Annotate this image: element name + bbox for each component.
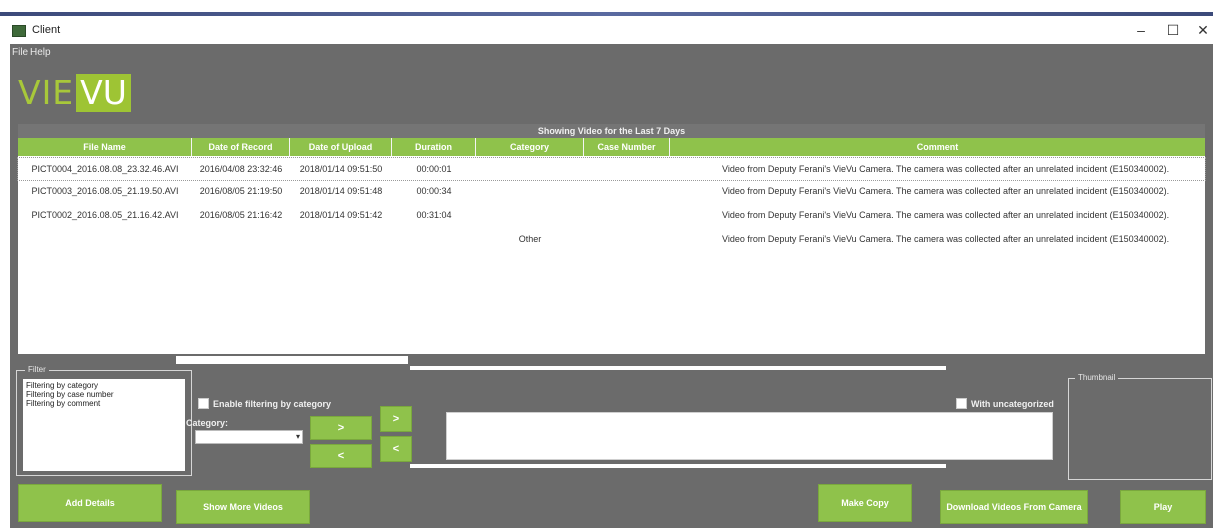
- list-item[interactable]: Filtering by category: [26, 381, 182, 390]
- with-uncategorized-label: With uncategorized: [971, 399, 1054, 409]
- list-item[interactable]: Filtering by case number: [26, 390, 182, 399]
- cell-case-number: [584, 158, 670, 180]
- table-row[interactable]: Other Video from Deputy Ferani's VieVu C…: [18, 228, 1205, 250]
- move-all-left-button[interactable]: <: [380, 436, 412, 462]
- enable-filter-checkbox[interactable]: [198, 398, 209, 409]
- make-copy-button[interactable]: Make Copy: [818, 484, 912, 522]
- cell-date-record: 2016/04/08 23:32:46: [199, 164, 283, 174]
- cell-date-upload: 2018/01/14 09:51:48: [299, 186, 383, 196]
- cell-case-number: [584, 228, 670, 250]
- cell-date-record: [192, 228, 290, 250]
- cell-duration: 00:00:34: [416, 186, 452, 196]
- cell-category: [476, 204, 584, 226]
- download-videos-button[interactable]: Download Videos From Camera: [940, 490, 1088, 524]
- cell-duration: 00:00:01: [416, 164, 452, 174]
- show-more-videos-button[interactable]: Show More Videos: [176, 490, 310, 524]
- column-duration[interactable]: Duration: [392, 138, 476, 156]
- window-gap: [410, 464, 946, 468]
- cell-file-name: PICT0003_2016.08.05_21.19.50.AVI: [31, 186, 179, 196]
- menu-help[interactable]: Help: [30, 47, 51, 58]
- move-right-button[interactable]: >: [310, 416, 372, 440]
- with-uncategorized-checkbox[interactable]: [956, 398, 967, 409]
- column-file-name[interactable]: File Name: [18, 138, 192, 156]
- cell-file-name: [18, 228, 192, 250]
- filter-group-title: Filter: [25, 365, 49, 374]
- column-date-record[interactable]: Date of Record: [192, 138, 290, 156]
- vievu-logo: VIE VU: [18, 74, 131, 112]
- app-icon: [12, 25, 26, 37]
- column-category[interactable]: Category: [476, 138, 584, 156]
- table-header: File Name Date of Record Date of Upload …: [18, 138, 1205, 156]
- column-date-upload[interactable]: Date of Upload: [290, 138, 392, 156]
- cell-case-number: [584, 180, 670, 202]
- play-button[interactable]: Play: [1120, 490, 1206, 524]
- window-gap: [176, 356, 408, 364]
- add-details-button[interactable]: Add Details: [18, 484, 162, 522]
- chevron-down-icon: ▾: [295, 432, 300, 441]
- maximize-button[interactable]: ☐: [1162, 20, 1184, 40]
- enable-filter-label: Enable filtering by category: [213, 399, 332, 409]
- column-comment[interactable]: Comment: [670, 138, 1205, 156]
- table-caption: Showing Video for the Last 7 Days: [18, 124, 1205, 138]
- filter-group: Filter Filtering by category Filtering b…: [16, 365, 192, 476]
- logo-text-vie: VIE: [18, 73, 75, 112]
- screen-top-strip: [0, 0, 1213, 16]
- cell-date-upload: 2018/01/14 09:51:42: [299, 210, 383, 220]
- move-left-button[interactable]: <: [310, 444, 372, 468]
- table-row[interactable]: PICT0003_2016.08.05_21.19.50.AVI 2016/08…: [18, 180, 1205, 202]
- thumbnail-title: Thumbnail: [1075, 373, 1119, 382]
- cell-date-upload: 2018/01/14 09:51:50: [299, 164, 383, 174]
- table-row[interactable]: PICT0002_2016.08.05_21.16.42.AVI 2016/08…: [18, 204, 1205, 226]
- cell-duration: [392, 228, 476, 250]
- thumbnail-group: Thumbnail: [1068, 373, 1212, 480]
- cell-comment: Video from Deputy Ferani's VieVu Camera.…: [722, 210, 1170, 220]
- filter-list[interactable]: Filtering by category Filtering by case …: [23, 379, 185, 471]
- cell-category: Other: [518, 234, 542, 244]
- column-case-number[interactable]: Case Number: [584, 138, 670, 156]
- cell-duration: 00:31:04: [416, 210, 452, 220]
- cell-comment: Video from Deputy Ferani's VieVu Camera.…: [722, 164, 1170, 174]
- selected-category-list[interactable]: [446, 412, 1053, 460]
- category-select[interactable]: ▾: [195, 430, 303, 444]
- cell-date-record: 2016/08/05 21:16:42: [199, 210, 283, 220]
- cell-file-name: PICT0004_2016.08.08_23.32.46.AVI: [31, 164, 179, 174]
- cell-date-upload: [290, 228, 392, 250]
- logo-text-vu: VU: [76, 74, 131, 112]
- cell-category: [476, 180, 584, 202]
- window-title: Client: [32, 24, 61, 36]
- cell-comment: Video from Deputy Ferani's VieVu Camera.…: [722, 234, 1170, 244]
- menu-file[interactable]: File: [12, 47, 28, 58]
- video-table-body: PICT0004_2016.08.08_23.32.46.AVI 2016/04…: [17, 156, 1206, 354]
- minimize-button[interactable]: –: [1130, 20, 1152, 40]
- menu-bar: File Help: [10, 44, 1213, 62]
- close-button[interactable]: ✕: [1192, 20, 1213, 40]
- cell-comment: Video from Deputy Ferani's VieVu Camera.…: [722, 186, 1170, 196]
- list-item[interactable]: Filtering by comment: [26, 399, 182, 408]
- app-window: File Help VIE VU Showing Video for the L…: [10, 44, 1213, 528]
- table-row[interactable]: PICT0004_2016.08.08_23.32.46.AVI 2016/04…: [17, 157, 1206, 181]
- window-gap: [410, 366, 946, 370]
- cell-file-name: PICT0002_2016.08.05_21.16.42.AVI: [31, 210, 179, 220]
- category-label: Category:: [186, 418, 229, 428]
- cell-category: [476, 158, 584, 180]
- title-bar: Client – ☐ ✕: [0, 16, 1213, 44]
- move-all-right-button[interactable]: >: [380, 406, 412, 432]
- cell-date-record: 2016/08/05 21:19:50: [199, 186, 283, 196]
- cell-case-number: [584, 204, 670, 226]
